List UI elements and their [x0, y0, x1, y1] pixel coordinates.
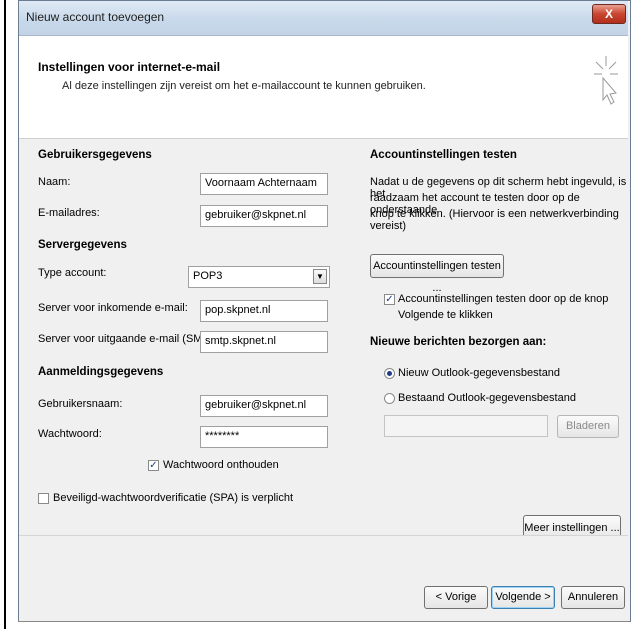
user-section-heading: Gebruikersgegevens — [38, 149, 152, 161]
remember-password-checkbox[interactable]: ✓ — [148, 460, 159, 471]
username-label: Gebruikersnaam: — [38, 398, 123, 410]
incoming-server-field[interactable]: pop.skpnet.nl — [200, 300, 328, 322]
email-field[interactable]: gebruiker@skpnet.nl — [200, 205, 328, 227]
new-datafile-radio[interactable] — [384, 368, 395, 379]
outgoing-server-field[interactable]: smtp.skpnet.nl — [200, 331, 328, 353]
account-type-select[interactable]: POP3 — [188, 266, 330, 288]
header-subtitle: Al deze instellingen zijn vereist om het… — [62, 80, 426, 92]
window-bottom-border — [18, 621, 629, 622]
auto-test-checkbox[interactable]: ✓ — [384, 294, 395, 305]
back-button[interactable]: < Vorige — [424, 586, 488, 609]
document-edge-line — [4, 0, 6, 629]
password-field[interactable]: ******** — [200, 426, 328, 448]
spa-label: Beveiligd-wachtwoordverificatie (SPA) is… — [53, 492, 294, 504]
cancel-button[interactable]: Annuleren — [561, 586, 625, 609]
name-label: Naam: — [38, 176, 71, 188]
test-account-button[interactable]: Accountinstellingen testen ... — [370, 254, 504, 294]
new-datafile-label: Nieuw Outlook-gegevensbestand — [398, 367, 561, 379]
existing-datafile-radio[interactable] — [384, 393, 395, 404]
server-section-heading: Servergegevens — [38, 239, 127, 251]
account-type-value: POP3 — [193, 270, 223, 282]
auto-test-label-line2: Volgende te klikken — [398, 309, 493, 321]
header-title: Instellingen voor internet-e-mail — [38, 60, 221, 74]
name-field[interactable]: Voornaam Achternaam — [200, 173, 328, 195]
login-section-heading: Aanmeldingsgegevens — [38, 366, 164, 378]
window-title: Nieuw account toevoegen — [26, 10, 165, 24]
deliver-section-heading: Nieuwe berichten bezorgen aan: — [370, 336, 547, 348]
wizard-cursor-icon — [594, 56, 618, 105]
spa-checkbox[interactable] — [38, 493, 49, 504]
existing-datafile-label: Bestaand Outlook-gegevensbestand — [398, 392, 576, 404]
password-label: Wachtwoord: — [38, 428, 102, 440]
next-button[interactable]: Volgende > — [491, 586, 555, 609]
chevron-down-icon[interactable]: ▼ — [313, 269, 327, 284]
username-field[interactable]: gebruiker@skpnet.nl — [200, 395, 328, 417]
outgoing-server-label: Server voor uitgaande e-mail (SMTP): — [38, 333, 224, 345]
account-type-label: Type account: — [38, 267, 107, 279]
browse-button[interactable]: Bladeren — [557, 415, 619, 438]
datafile-path-field[interactable] — [384, 415, 548, 437]
email-label: E-mailadres: — [38, 207, 100, 219]
test-description-line3: knop te klikken. (Hiervoor is een netwer… — [370, 208, 619, 232]
remember-password-label: Wachtwoord onthouden — [163, 459, 279, 471]
incoming-server-label: Server voor inkomende e-mail: — [38, 302, 188, 314]
test-section-heading: Accountinstellingen testen — [370, 149, 517, 161]
auto-test-label-line1: Accountinstellingen testen door op de kn… — [398, 293, 609, 305]
close-button[interactable]: X — [592, 4, 626, 24]
